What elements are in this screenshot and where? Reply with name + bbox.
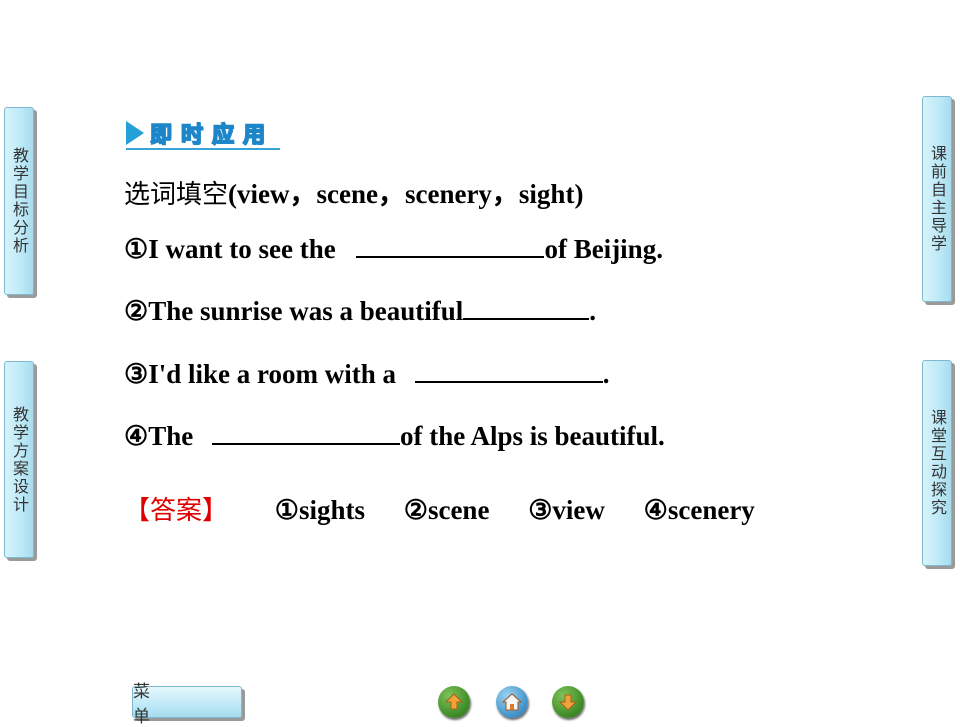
question-2: ②The sunrise was a beautiful. bbox=[124, 296, 596, 327]
tab-label: 教学方案设计 bbox=[10, 405, 29, 514]
tab-teaching-plan[interactable]: 教学方案设计 bbox=[4, 361, 34, 558]
answer-row: 【答案】 ①sights ②scene ③view ④scenery bbox=[124, 490, 787, 527]
question-text-before: The bbox=[148, 421, 200, 451]
question-number: ④ bbox=[124, 421, 149, 451]
tab-label: 教学目标分析 bbox=[10, 147, 29, 255]
answer-item-4: ④scenery bbox=[643, 495, 755, 525]
tab-label: 课前自主导学 bbox=[928, 145, 947, 253]
answer-item-2: ②scene bbox=[403, 495, 490, 525]
question-text-after: of Beijing. bbox=[544, 234, 663, 264]
answer-blank bbox=[463, 296, 590, 320]
answer-item-1: ①sights bbox=[274, 495, 365, 525]
answer-blank bbox=[356, 234, 545, 258]
question-number: ③ bbox=[124, 359, 149, 389]
question-number: ① bbox=[124, 234, 149, 264]
question-1: ①I want to see the of Beijing. bbox=[124, 234, 663, 265]
triangle-arrow-icon bbox=[126, 121, 144, 145]
question-text-before: I want to see the bbox=[148, 234, 343, 264]
question-3: ③I'd like a room with a . bbox=[124, 359, 610, 390]
answer-label: 【答案】 bbox=[124, 496, 229, 526]
tab-classroom-interaction[interactable]: 课堂互动探究 bbox=[922, 360, 952, 566]
answer-item-3: ③view bbox=[528, 495, 605, 525]
question-text-after: . bbox=[602, 359, 610, 389]
prev-arrow-icon bbox=[444, 693, 464, 710]
instruction-words: (view，scene，scenery，sight) bbox=[228, 179, 584, 209]
home-button[interactable] bbox=[496, 686, 528, 718]
tab-teaching-objectives[interactable]: 教学目标分析 bbox=[4, 107, 34, 295]
next-arrow-icon bbox=[558, 694, 578, 711]
tab-label: 课堂互动探究 bbox=[928, 409, 947, 517]
section-heading-text: 即时应用 bbox=[149, 122, 275, 149]
menu-button[interactable]: 菜 单 bbox=[132, 682, 242, 727]
answer-blank bbox=[211, 421, 400, 445]
home-icon bbox=[501, 693, 523, 711]
question-number: ② bbox=[124, 296, 149, 326]
instruction-cn: 选词填空 bbox=[124, 180, 229, 210]
exercise-instruction: 选词填空(view，scene，scenery，sight) bbox=[124, 172, 583, 211]
next-button[interactable] bbox=[552, 686, 584, 718]
answer-blank bbox=[414, 359, 603, 383]
prev-button[interactable] bbox=[438, 686, 470, 718]
tab-preclass-study[interactable]: 课前自主导学 bbox=[922, 96, 952, 302]
question-text-after: of the Alps is beautiful. bbox=[399, 421, 665, 451]
section-heading: 即时应用 bbox=[126, 118, 281, 150]
question-text-before: I'd like a room with a bbox=[148, 359, 403, 389]
question-text-before: The sunrise was a beautiful bbox=[148, 296, 464, 326]
question-text-after: . bbox=[589, 296, 597, 326]
question-4: ④The of the Alps is beautiful. bbox=[124, 421, 665, 452]
